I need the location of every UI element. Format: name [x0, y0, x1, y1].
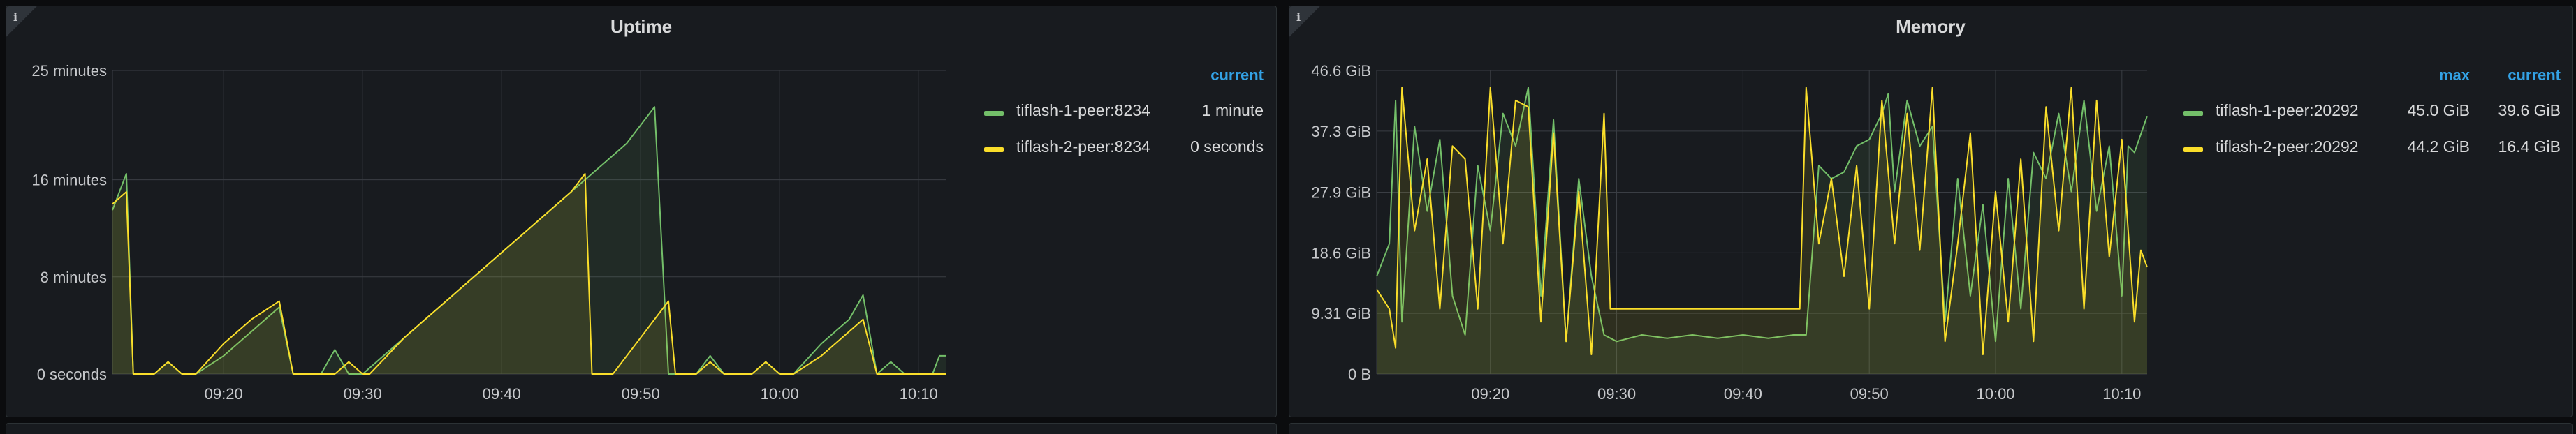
x-tick-label: 09:20 [1471, 385, 1509, 403]
legend-series-name[interactable]: tiflash-1-peer:8234 [1016, 101, 1150, 120]
y-tick-label: 0 seconds [37, 366, 107, 383]
memory-legend: max current tiflash-1-peer:20292 45.0 Gi… [2176, 66, 2568, 156]
uptime-panel: i Uptime 0 seconds 8 minutes 16 minutes 25 … [6, 6, 1277, 417]
y-tick-label: 0 B [1348, 366, 1371, 383]
x-tick-label: 09:40 [483, 385, 521, 403]
series-color-swatch[interactable] [2183, 147, 2203, 152]
next-panel-edge [1289, 423, 2573, 434]
series-color-swatch[interactable] [984, 111, 1004, 116]
legend-row[interactable]: tiflash-2-peer:20292 44.2 GiB 16.4 GiB [2183, 137, 2561, 165]
x-tick-label: 10:10 [2102, 385, 2141, 403]
legend-header-max[interactable]: max [2439, 66, 2470, 84]
legend-row[interactable]: tiflash-1-peer:8234 1 minute [984, 101, 1264, 129]
legend-series-name[interactable]: tiflash-1-peer:20292 [2216, 101, 2359, 120]
y-tick-label: 9.31 GiB [1311, 305, 1371, 322]
x-tick-label: 09:40 [1724, 385, 1762, 403]
uptime-legend: current tiflash-1-peer:8234 1 minute tif… [977, 66, 1271, 156]
y-tick-label: 27.9 GiB [1311, 184, 1371, 202]
legend-current-value: 1 minute [1201, 101, 1264, 119]
legend-series-name[interactable]: tiflash-2-peer:20292 [2216, 137, 2359, 156]
legend-current-value: 16.4 GiB [2498, 137, 2561, 156]
legend-series-name[interactable]: tiflash-2-peer:8234 [1016, 137, 1150, 156]
x-tick-label: 09:50 [622, 385, 660, 403]
legend-row[interactable]: tiflash-2-peer:8234 0 seconds [984, 137, 1264, 165]
y-tick-label: 46.6 GiB [1311, 62, 1371, 80]
legend-max-value: 44.2 GiB [2407, 137, 2471, 156]
memory-panel: i Memory 0 B 9.31 GiB 18.6 GiB 27.9 GiB 37.3… [1289, 6, 2573, 417]
x-tick-label: 09:20 [205, 385, 243, 403]
legend-current-value: 0 seconds [1190, 137, 1264, 156]
y-tick-label: 18.6 GiB [1311, 244, 1371, 262]
legend-row[interactable]: tiflash-1-peer:20292 45.0 GiB 39.6 GiB [2183, 101, 2561, 129]
y-tick-label: 8 minutes [41, 269, 107, 286]
x-tick-label: 09:30 [1597, 385, 1636, 403]
legend-current-value: 39.6 GiB [2498, 101, 2561, 119]
legend-max-value: 45.0 GiB [2407, 101, 2471, 119]
series-color-swatch[interactable] [984, 147, 1004, 152]
legend-header-current[interactable]: current [2508, 66, 2561, 84]
x-tick-label: 10:00 [1976, 385, 2014, 403]
next-panel-edge [6, 423, 1277, 434]
x-tick-label: 10:10 [900, 385, 938, 403]
legend-header-current[interactable]: current [1210, 66, 1264, 84]
y-tick-label: 25 minutes [31, 62, 107, 80]
x-tick-label: 09:30 [344, 385, 382, 403]
x-tick-label: 10:00 [761, 385, 799, 403]
y-tick-label: 37.3 GiB [1311, 123, 1371, 140]
y-tick-label: 16 minutes [31, 172, 107, 189]
x-tick-label: 09:50 [1850, 385, 1889, 403]
series-color-swatch[interactable] [2183, 111, 2203, 116]
